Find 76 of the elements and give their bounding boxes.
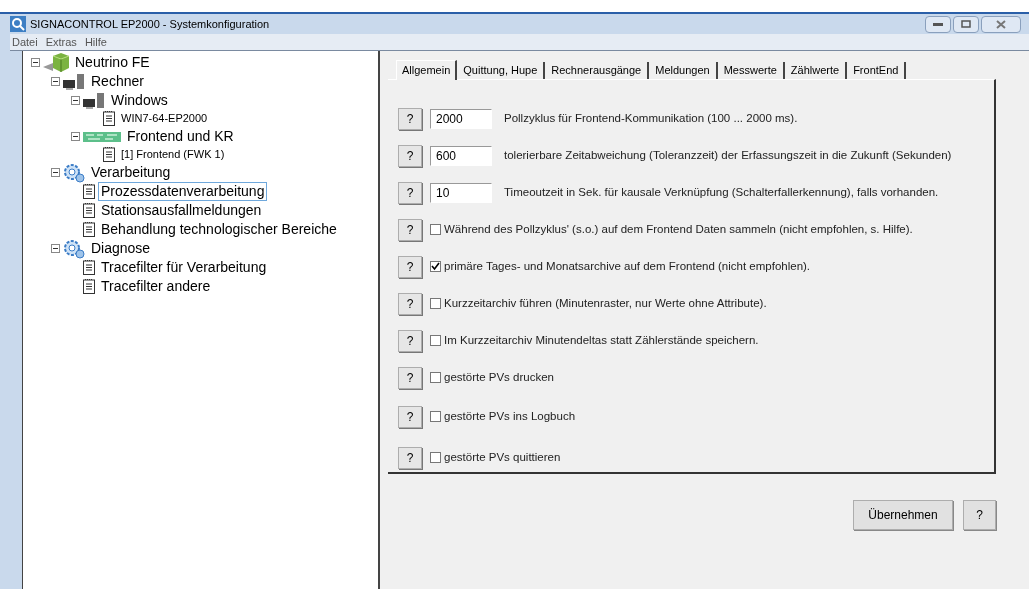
help-button[interactable]: ? bbox=[398, 144, 422, 167]
menu-item[interactable]: Hilfe bbox=[84, 33, 107, 51]
tree-item[interactable]: Behandlung technologischer Bereiche bbox=[98, 220, 340, 239]
minimize-button[interactable] bbox=[925, 15, 951, 33]
circuit-board-icon bbox=[83, 129, 121, 144]
cube-icon bbox=[43, 52, 69, 73]
tree-item[interactable]: Verarbeitung bbox=[88, 163, 174, 182]
checkbox-label: Während des Pollzyklus' (s.o.) auf dem Frontend Daten sammeln (nicht empfohlen, s. Hilfe). bbox=[444, 221, 913, 237]
help-button[interactable]: ? bbox=[398, 405, 422, 428]
checkbox[interactable] bbox=[430, 411, 441, 422]
computer-icon bbox=[63, 73, 85, 90]
document-icon bbox=[103, 111, 115, 126]
collapse-toggle[interactable] bbox=[31, 58, 40, 67]
close-button[interactable] bbox=[981, 15, 1021, 33]
gear-icon bbox=[63, 238, 85, 259]
document-icon bbox=[83, 222, 95, 237]
maximize-icon bbox=[961, 20, 971, 28]
tree-item[interactable]: Stationsausfallmeldungen bbox=[98, 201, 265, 220]
minimize-icon bbox=[933, 22, 943, 26]
help-button[interactable]: ? bbox=[398, 292, 422, 315]
field-label: tolerierbare Zeitabweichung (Toleranzzeit) der Erfassungszeit in die Zukunft (Sekunden) bbox=[504, 147, 952, 163]
input-field[interactable]: 2000 bbox=[430, 108, 492, 129]
checkbox-label: Im Kurzzeitarchiv Minutendeltas statt Zählerstände speichern. bbox=[444, 332, 759, 348]
computer-icon bbox=[83, 92, 105, 109]
help-button[interactable]: ? bbox=[398, 218, 422, 241]
checkbox[interactable] bbox=[430, 335, 441, 346]
document-icon bbox=[83, 279, 95, 294]
tree-item[interactable]: Prozessdatenverarbeitung bbox=[98, 182, 268, 201]
tab[interactable]: Allgemein bbox=[396, 60, 458, 80]
input-field[interactable]: 10 bbox=[430, 182, 492, 203]
menu-item[interactable]: Datei bbox=[12, 33, 38, 51]
help-button[interactable]: ? bbox=[963, 500, 996, 530]
tree-item[interactable]: Diagnose bbox=[88, 239, 154, 258]
checkbox-label: gestörte PVs drucken bbox=[444, 369, 554, 385]
document-icon bbox=[103, 147, 115, 162]
tree-item[interactable]: Rechner bbox=[88, 72, 147, 91]
gear-icon bbox=[63, 162, 85, 183]
maximize-button[interactable] bbox=[953, 15, 979, 33]
checkbox[interactable] bbox=[430, 372, 441, 383]
field-label: Timeoutzeit in Sek. für kausale Verknüpfung (Schalterfallerkennung), falls vorhanden. bbox=[504, 184, 939, 200]
collapse-toggle[interactable] bbox=[51, 77, 60, 86]
app-icon bbox=[10, 16, 26, 32]
collapse-toggle[interactable] bbox=[51, 168, 60, 177]
help-button[interactable]: ? bbox=[398, 255, 422, 278]
help-button[interactable]: ? bbox=[398, 446, 422, 469]
help-button[interactable]: ? bbox=[398, 181, 422, 204]
document-icon bbox=[83, 260, 95, 275]
checkbox[interactable] bbox=[430, 224, 441, 235]
window-title: SIGNACONTROL EP2000 - Systemkonfiguration bbox=[30, 16, 270, 32]
close-icon bbox=[996, 19, 1006, 29]
collapse-toggle[interactable] bbox=[51, 244, 60, 253]
tree-item[interactable]: WIN7-64-EP2000 bbox=[118, 109, 211, 128]
tree-item[interactable]: Neutrino FE bbox=[72, 53, 153, 72]
document-icon bbox=[83, 184, 95, 199]
tree-item[interactable]: Windows bbox=[108, 91, 171, 110]
checkbox[interactable] bbox=[430, 452, 441, 463]
checkbox-label: gestörte PVs quittieren bbox=[444, 449, 561, 465]
collapse-toggle[interactable] bbox=[71, 96, 80, 105]
menu-item[interactable]: Extras bbox=[45, 33, 77, 51]
help-button[interactable]: ? bbox=[398, 107, 422, 130]
input-field[interactable]: 600 bbox=[430, 145, 492, 166]
help-button[interactable]: ? bbox=[398, 329, 422, 352]
checkbox-label: Kurzzeitarchiv führen (Minutenraster, nur Werte ohne Attribute). bbox=[444, 295, 767, 311]
checkbox-label: gestörte PVs ins Logbuch bbox=[444, 408, 576, 424]
tree-item[interactable]: Tracefilter andere bbox=[98, 277, 214, 296]
checkbox-label: primäre Tages- und Monatsarchive auf dem Frontend (nicht empfohlen). bbox=[444, 258, 811, 274]
checkbox[interactable] bbox=[430, 261, 441, 272]
tree-item[interactable]: Tracefilter für Verarbeitung bbox=[98, 258, 270, 277]
field-label: Pollzyklus für Frontend-Kommunikation (100 ... 2000 ms). bbox=[504, 110, 798, 126]
help-button[interactable]: ? bbox=[398, 366, 422, 389]
checkbox[interactable] bbox=[430, 298, 441, 309]
tree-item[interactable]: [1] Frontend (FWK 1) bbox=[118, 145, 228, 164]
apply-button[interactable]: Übernehmen bbox=[853, 500, 953, 530]
collapse-toggle[interactable] bbox=[71, 132, 80, 141]
tree-item[interactable]: Frontend und KR bbox=[124, 127, 237, 146]
document-icon bbox=[83, 203, 95, 218]
